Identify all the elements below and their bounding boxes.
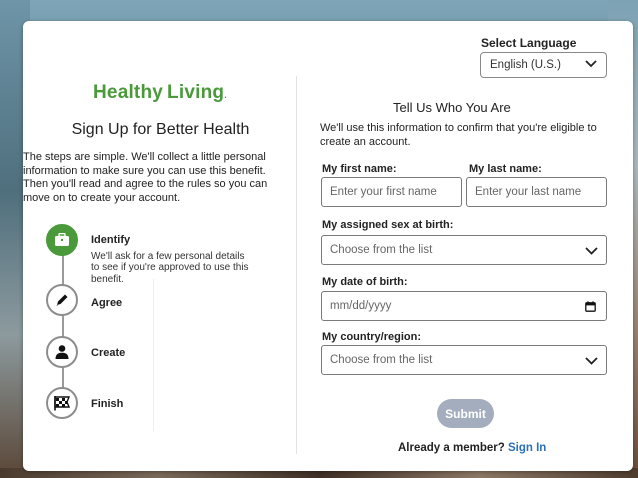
country-select[interactable]: Choose from the list: [321, 345, 607, 375]
checkered-flag-icon: [54, 396, 71, 411]
dob-placeholder: mm/dd/yyyy: [330, 300, 392, 312]
step-identify-description: We'll ask for a few personal details to …: [91, 251, 249, 285]
pencil-icon: [56, 294, 68, 306]
already-member-text: Already a member? Sign In: [398, 442, 546, 454]
step-agree-circle: [46, 284, 78, 316]
country-select-placeholder: Choose from the list: [330, 354, 433, 366]
step-identify-circle: [46, 224, 78, 256]
dob-input[interactable]: mm/dd/yyyy: [321, 291, 607, 321]
first-name-input[interactable]: Enter your first name: [321, 177, 462, 207]
calendar-icon[interactable]: [585, 301, 596, 312]
step-connector: [62, 255, 64, 285]
step-agree-label: Agree: [91, 297, 123, 309]
submit-button[interactable]: Submit: [437, 399, 494, 428]
sex-select[interactable]: Choose from the list: [321, 235, 607, 265]
last-name-input[interactable]: Enter your last name: [466, 177, 607, 207]
dob-label: My date of birth:: [322, 276, 408, 288]
last-name-label: My last name:: [469, 163, 542, 175]
step-identify-label: Identify: [91, 234, 131, 246]
brand-logo: Healthy Living.: [93, 82, 227, 103]
person-icon: [55, 345, 69, 359]
page-title: Sign Up for Better Health: [71, 121, 250, 138]
already-member-label: Already a member?: [398, 442, 505, 454]
language-select[interactable]: English (U.S.): [480, 52, 607, 78]
briefcase-icon: [55, 233, 69, 246]
chevron-down-icon: [585, 247, 598, 255]
country-label: My country/region:: [322, 331, 422, 343]
form-title: Tell Us Who You Are: [393, 100, 511, 115]
form-intro: We'll use this information to confirm th…: [320, 122, 597, 148]
sign-in-link[interactable]: Sign In: [508, 442, 546, 454]
first-name-placeholder: Enter your first name: [330, 186, 437, 198]
sex-select-placeholder: Choose from the list: [330, 244, 433, 256]
step-create-label: Create: [91, 347, 126, 359]
column-divider: [296, 76, 297, 454]
step-create-circle: [46, 336, 78, 368]
language-selected-value: English (U.S.): [490, 59, 561, 71]
language-label: Select Language: [481, 36, 577, 50]
signup-card: Select Language English (U.S.) Healthy Li…: [23, 21, 633, 471]
steps-divider: [153, 279, 154, 431]
step-connector: [62, 315, 64, 337]
last-name-placeholder: Enter your last name: [475, 186, 582, 198]
sex-label: My assigned sex at birth:: [322, 219, 454, 231]
step-finish-label: Finish: [91, 398, 124, 410]
step-connector: [62, 367, 64, 389]
chevron-down-icon: [585, 357, 598, 365]
first-name-label: My first name:: [322, 163, 397, 175]
intro-text: The steps are simple. We'll collect a li…: [23, 151, 268, 204]
step-finish-circle: [46, 387, 78, 419]
chevron-down-icon: [585, 60, 597, 68]
